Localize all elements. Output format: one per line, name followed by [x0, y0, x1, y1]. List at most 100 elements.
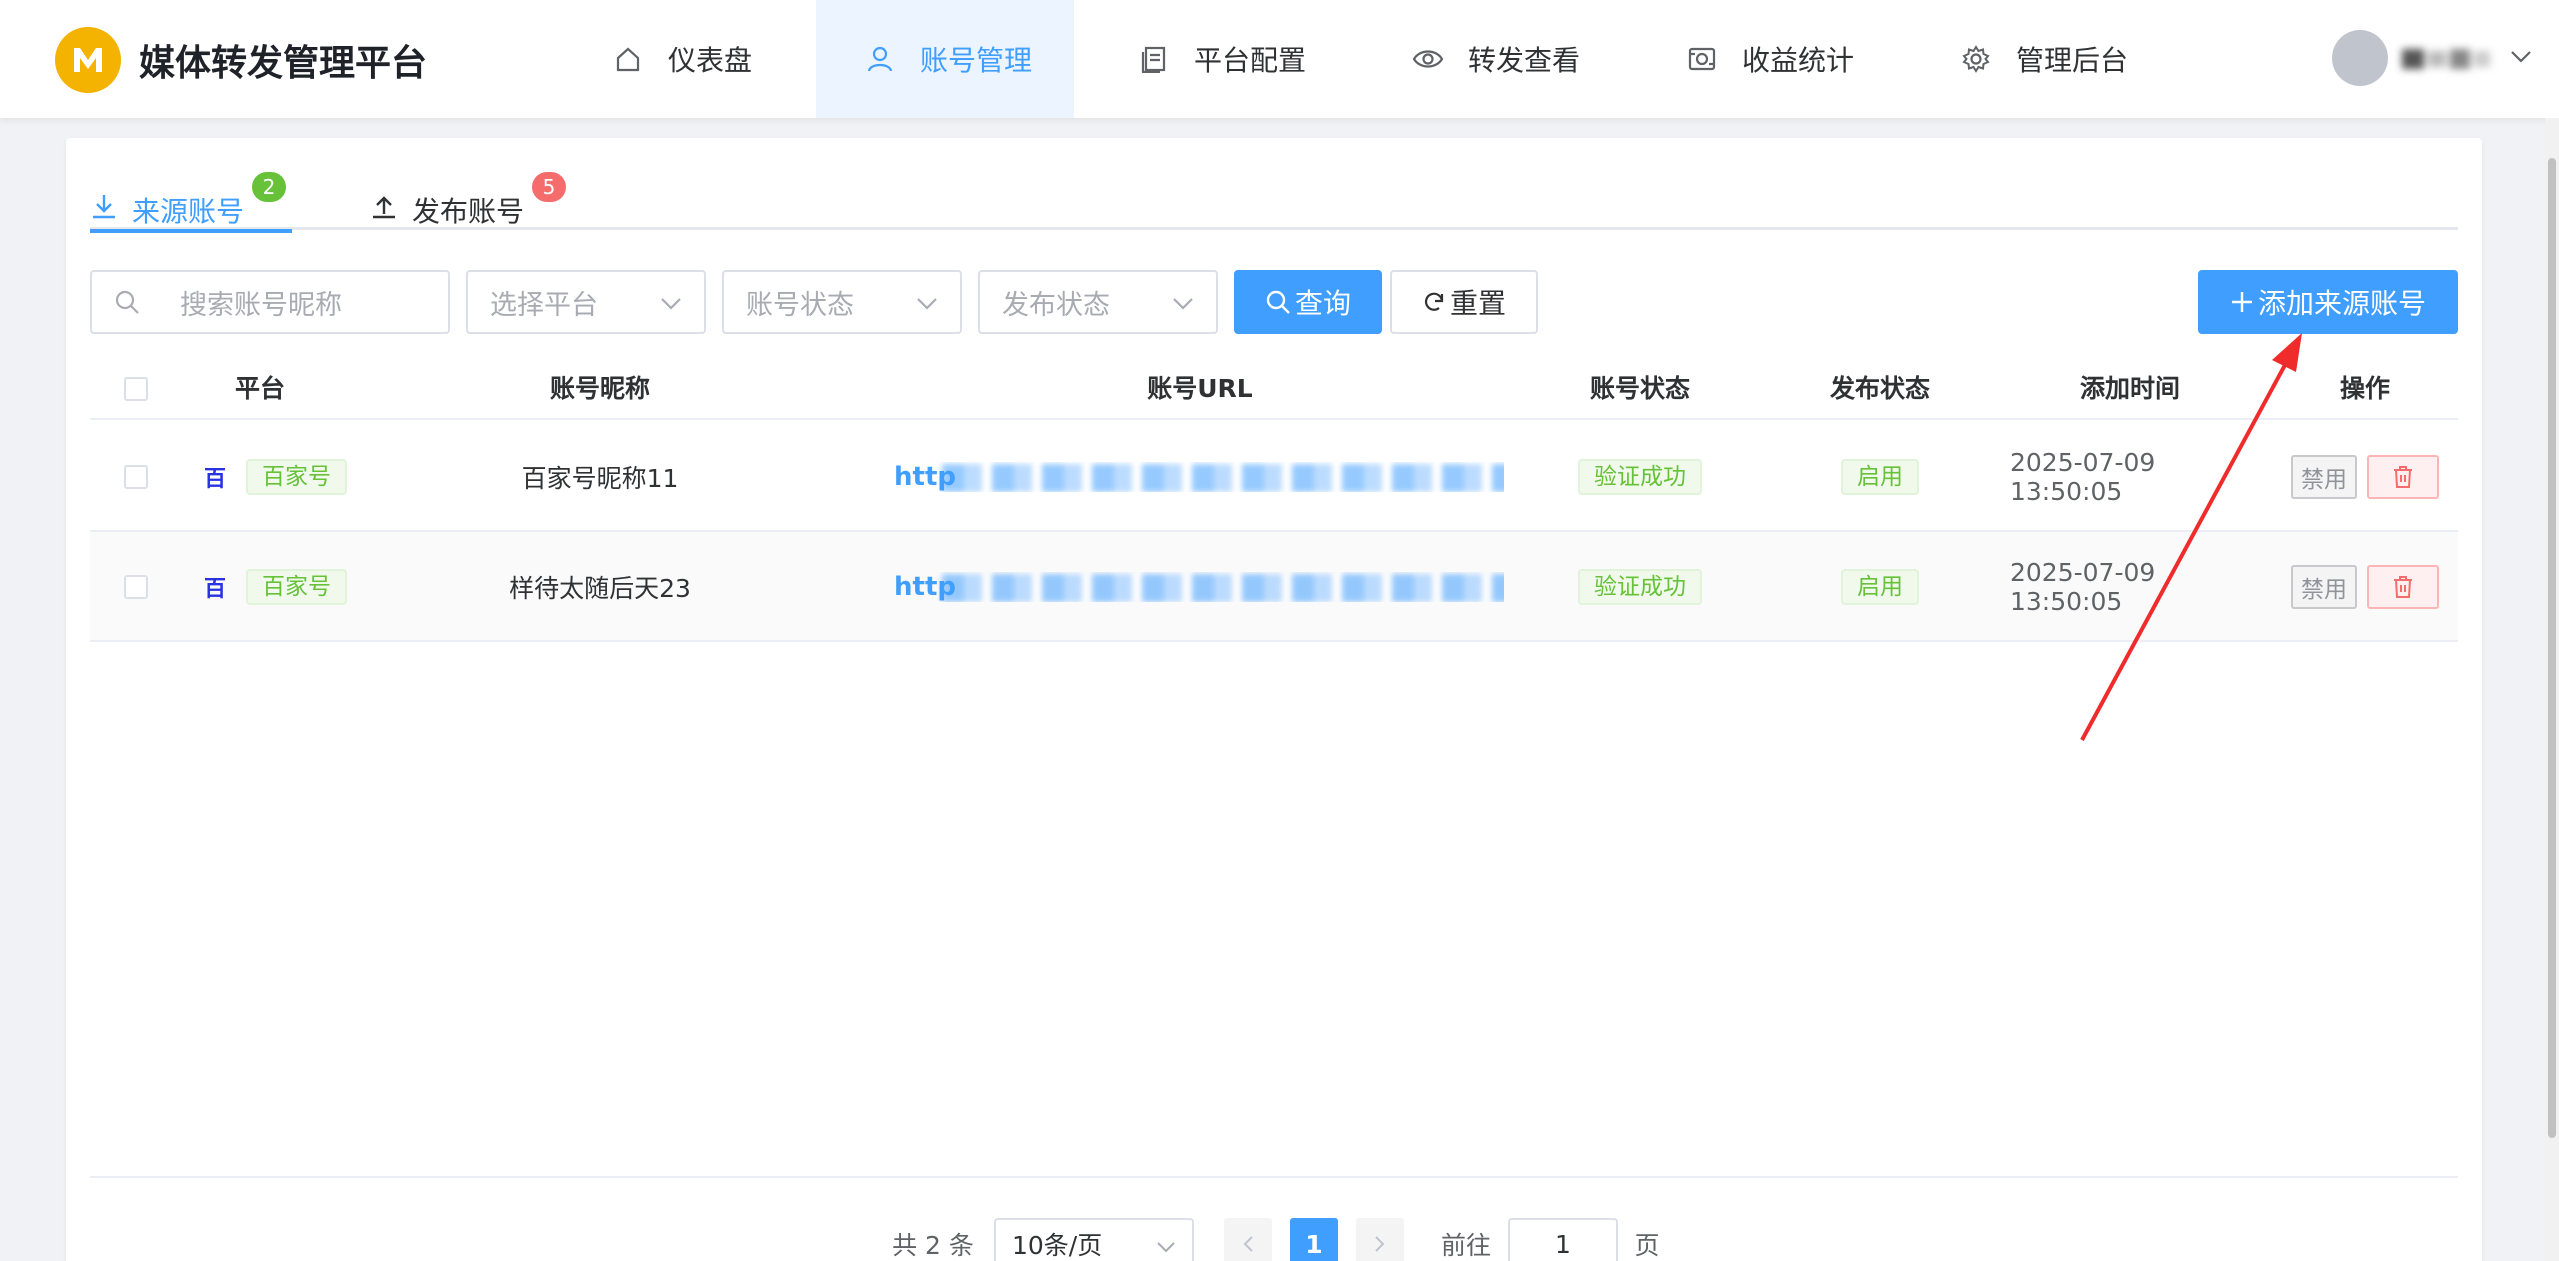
- count-badge: 2: [252, 172, 286, 202]
- publish-status-select[interactable]: 发布状态: [978, 270, 1218, 334]
- scrollbar-thumb[interactable]: [2548, 158, 2556, 1138]
- search-input[interactable]: 搜索账号昵称: [90, 270, 450, 334]
- account-status-select[interactable]: 账号状态: [722, 270, 962, 334]
- url-redacted: [942, 464, 1504, 492]
- main-nav: 仪表盘 账号管理 平台配置 转发查看 收益统计 管理后台: [0, 0, 2559, 118]
- delete-button[interactable]: [2367, 565, 2439, 609]
- nav-item-dashboard[interactable]: 仪表盘: [612, 0, 752, 118]
- download-icon: [90, 192, 120, 222]
- column-header: 账号状态: [1589, 374, 1690, 403]
- nav-item-label: 账号管理: [920, 44, 1033, 77]
- page-size-select[interactable]: 10条/页: [994, 1218, 1194, 1261]
- nav-item-platform-config[interactable]: 平台配置: [1138, 0, 1306, 118]
- publish-status-cell: 启用: [1780, 532, 1980, 642]
- added-time-cell: 2025-07-09 13:50:05: [2010, 448, 2156, 506]
- tab-label: 发布账号: [412, 195, 525, 228]
- prev-page-button[interactable]: [1224, 1218, 1272, 1261]
- table-row: 百 百家号 百家号昵称11 http 验证成功 启用 2025-07-09 13…: [90, 422, 2458, 532]
- column-header: 操作: [2339, 374, 2390, 403]
- nav-item-label: 转发查看: [1468, 44, 1581, 77]
- page-scrollbar[interactable]: [2545, 118, 2559, 1261]
- chevron-down-icon: [660, 287, 682, 318]
- account-url-link[interactable]: http: [894, 572, 1504, 602]
- page-number-current[interactable]: 1: [1290, 1218, 1338, 1261]
- button-label: 重置: [1449, 287, 1506, 320]
- publish-status-cell: 启用: [1780, 422, 1980, 532]
- nav-item-label: 管理后台: [2016, 44, 2129, 77]
- query-button[interactable]: 查询: [1234, 270, 1382, 334]
- tab-publish-accounts[interactable]: 发布账号 5: [370, 168, 566, 230]
- upload-icon: [370, 192, 400, 222]
- url-cell: http: [894, 422, 1514, 532]
- add-source-account-button[interactable]: 添加来源账号: [2198, 270, 2458, 334]
- select-placeholder: 选择平台: [490, 289, 598, 321]
- platform-select[interactable]: 选择平台: [466, 270, 706, 334]
- disable-button[interactable]: 禁用: [2291, 455, 2357, 499]
- chevron-left-icon: [1243, 1236, 1253, 1252]
- account-status-cell: 验证成功: [1540, 422, 1740, 532]
- total-count: 共 2 条: [892, 1231, 974, 1260]
- nav-item-admin[interactable]: 管理后台: [1960, 0, 2128, 118]
- goto-label: 前往: [1440, 1231, 1491, 1260]
- home-icon: [612, 43, 644, 75]
- platform-tag: 百家号: [246, 569, 347, 605]
- baijiahao-logo-icon: 百: [203, 466, 226, 492]
- nav-item-revenue-stats[interactable]: 收益统计: [1686, 0, 1854, 118]
- avatar: [2332, 30, 2388, 86]
- account-tabs: 来源账号 2 发布账号 5: [90, 168, 2458, 233]
- page-suffix: 页: [1634, 1231, 1660, 1260]
- nav-item-account-management[interactable]: 账号管理: [816, 0, 1074, 118]
- money-icon: [1686, 43, 1718, 75]
- row-checkbox[interactable]: [124, 575, 148, 599]
- nav-item-label: 平台配置: [1194, 44, 1307, 77]
- column-header: 发布状态: [1829, 374, 1930, 403]
- platform-tag: 百家号: [246, 459, 347, 495]
- trash-icon: [2394, 466, 2412, 488]
- url-redacted: [942, 574, 1504, 602]
- delete-button[interactable]: [2367, 455, 2439, 499]
- nickname-cell: 样待太随后天23: [509, 574, 691, 603]
- chevron-right-icon: [1375, 1236, 1385, 1252]
- search-placeholder: 搜索账号昵称: [180, 289, 342, 321]
- page-size-value: 10条/页: [1012, 1231, 1103, 1260]
- search-icon: [1265, 289, 1291, 315]
- button-label: 查询: [1294, 287, 1351, 320]
- active-tab-indicator: [90, 229, 292, 233]
- status-badge: 启用: [1841, 459, 1919, 495]
- disable-button[interactable]: 禁用: [2291, 565, 2357, 609]
- account-management-card: 来源账号 2 发布账号 5 搜索账号昵称 选择平台 账号状态 发布状态 查询 重…: [66, 138, 2482, 1261]
- refresh-icon: [1422, 290, 1446, 314]
- column-header: 账号URL: [1147, 374, 1253, 403]
- select-placeholder: 发布状态: [1002, 289, 1110, 321]
- status-badge: 验证成功: [1578, 459, 1702, 495]
- select-placeholder: 账号状态: [746, 289, 854, 321]
- top-navigation-bar: 媒体转发管理平台 仪表盘 账号管理 平台配置 转发查看 收益统计 管理后台: [0, 0, 2559, 118]
- baijiahao-logo-icon: 百: [203, 576, 226, 602]
- account-status-cell: 验证成功: [1540, 532, 1740, 642]
- table-row: 百 百家号 样待太随后天23 http 验证成功 启用 2025-07-09 1…: [90, 532, 2458, 642]
- gear-icon: [1960, 43, 1992, 75]
- column-header: 添加时间: [2079, 374, 2180, 403]
- next-page-button[interactable]: [1356, 1218, 1404, 1261]
- user-menu[interactable]: [2332, 30, 2532, 86]
- account-url-link[interactable]: http: [894, 462, 1504, 492]
- nickname-cell: 百家号昵称11: [521, 464, 679, 493]
- user-name-redacted: [2402, 43, 2502, 73]
- table-header: 平台 账号昵称 账号URL 账号状态 发布状态 添加时间 操作: [90, 358, 2458, 420]
- eye-icon: [1412, 43, 1444, 75]
- chevron-down-icon: [1172, 287, 1194, 318]
- reset-button[interactable]: 重置: [1390, 270, 1538, 334]
- tab-source-accounts[interactable]: 来源账号 2: [90, 168, 292, 233]
- goto-page-input[interactable]: 1: [1508, 1218, 1618, 1261]
- search-icon: [114, 289, 140, 315]
- chevron-down-icon: [2510, 49, 2532, 68]
- trash-icon: [2394, 576, 2412, 598]
- nav-item-forward-view[interactable]: 转发查看: [1412, 0, 1580, 118]
- platform-cell: 百 百家号: [200, 532, 360, 642]
- column-header: 平台: [234, 374, 285, 403]
- actions-cell: 禁用: [2270, 422, 2460, 532]
- select-all-checkbox[interactable]: [124, 377, 148, 401]
- column-header: 账号昵称: [549, 374, 650, 403]
- document-icon: [1138, 43, 1170, 75]
- row-checkbox[interactable]: [124, 465, 148, 489]
